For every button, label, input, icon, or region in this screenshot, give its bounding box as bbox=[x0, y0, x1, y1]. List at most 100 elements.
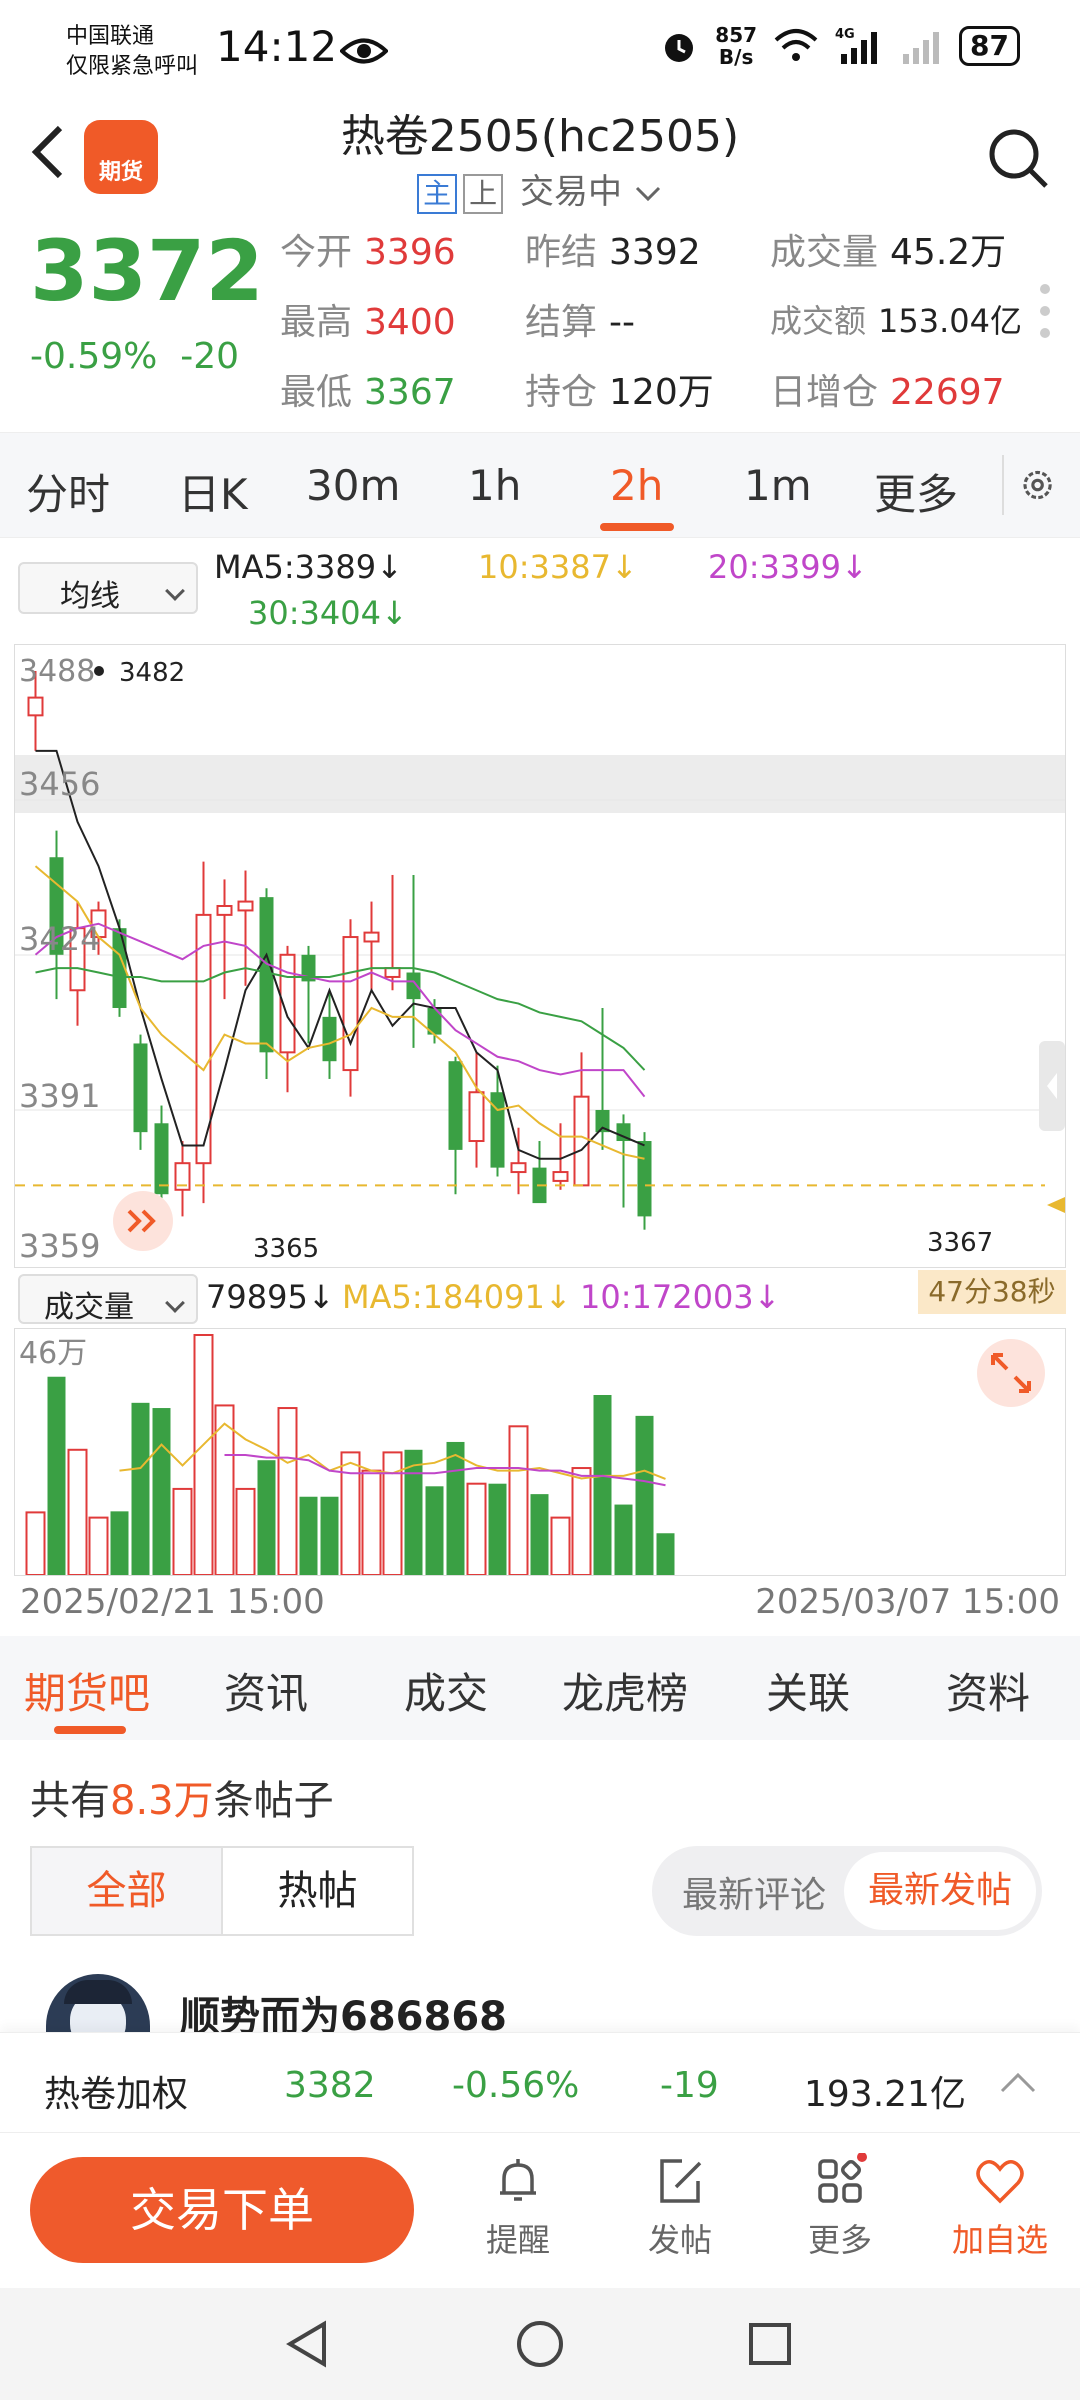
volume-text: 79895 bbox=[206, 1278, 308, 1316]
chevron-up-icon[interactable] bbox=[998, 2067, 1038, 2097]
more-label: 更多 bbox=[807, 2221, 872, 2259]
axis-label-bottom: 3359 bbox=[19, 1227, 100, 1265]
candle-body bbox=[637, 1141, 652, 1217]
filter-hot[interactable]: 热帖 bbox=[223, 1848, 412, 1934]
post-count-value: 8.3万 bbox=[110, 1778, 214, 1824]
eye-icon bbox=[340, 38, 388, 64]
axis-label-2: 3456 bbox=[19, 765, 100, 803]
ma30-value: 30:3404↓ bbox=[248, 594, 408, 632]
nav-home-icon[interactable] bbox=[514, 2318, 566, 2370]
emergency-only: 仅限紧急呼叫 bbox=[66, 54, 199, 79]
candle-body bbox=[133, 1043, 148, 1133]
wifi-icon bbox=[774, 29, 818, 61]
collapse-right-icon[interactable] bbox=[1039, 1041, 1065, 1131]
volume-bar bbox=[340, 1451, 361, 1576]
volume-bar bbox=[235, 1487, 256, 1576]
prev-close-value: 3392 bbox=[609, 232, 701, 273]
ma20-text: 20:3399 bbox=[708, 548, 841, 586]
tab-timeshare[interactable]: 分时 bbox=[26, 461, 110, 522]
remind-button[interactable]: 提醒 bbox=[458, 2153, 578, 2261]
sort-latest-post[interactable]: 最新发帖 bbox=[844, 1852, 1036, 1930]
weighted-index-bar[interactable]: 热卷加权 3382 -0.56% -19 193.21亿 bbox=[0, 2032, 1080, 2132]
tab-daily-k[interactable]: 日K bbox=[178, 461, 248, 522]
candlestick-chart[interactable]: 3488 3456 3424 3391 3359 3482 3365 3367 bbox=[14, 644, 1066, 1268]
indicator-select-label: 均线 bbox=[60, 579, 120, 614]
volume-bar bbox=[88, 1516, 109, 1576]
candle-body bbox=[552, 1171, 569, 1182]
chevron-down-icon bbox=[635, 186, 660, 201]
volume-bar bbox=[466, 1482, 487, 1576]
tab-related[interactable]: 关联 bbox=[766, 1660, 850, 1721]
volume-bar bbox=[277, 1407, 298, 1577]
tab-2h[interactable]: 2h bbox=[610, 461, 663, 510]
filter-all[interactable]: 全部 bbox=[32, 1848, 223, 1934]
search-icon[interactable] bbox=[986, 126, 1050, 190]
tab-futures-forum[interactable]: 期货吧 bbox=[24, 1660, 150, 1721]
net-speed-value: 857 bbox=[715, 23, 758, 47]
nav-back-icon[interactable] bbox=[284, 2318, 332, 2370]
ma-line-ma10 bbox=[34, 865, 645, 1160]
volume-bar bbox=[488, 1483, 507, 1575]
bar-countdown: 47分38秒 bbox=[918, 1270, 1066, 1314]
tab-more[interactable]: 更多 bbox=[874, 461, 958, 522]
gear-icon[interactable] bbox=[1002, 455, 1058, 515]
tab-leaderboard[interactable]: 龙虎榜 bbox=[562, 1660, 688, 1721]
tab-30m[interactable]: 30m bbox=[306, 461, 400, 510]
settle-value: -- bbox=[609, 302, 635, 343]
net-speed-unit: B/s bbox=[718, 45, 754, 69]
tab-1m[interactable]: 1m bbox=[744, 461, 812, 510]
post-count-suffix: 条帖子 bbox=[213, 1778, 334, 1824]
highlight-band bbox=[15, 755, 1065, 813]
tab-profile[interactable]: 资料 bbox=[946, 1660, 1030, 1721]
more-button[interactable]: 更多 bbox=[780, 2153, 900, 2261]
end-date: 2025/03/07 15:00 bbox=[755, 1582, 1060, 1622]
tab-trades[interactable]: 成交 bbox=[404, 1660, 488, 1721]
volume-bar bbox=[446, 1441, 465, 1575]
fullscreen-icon[interactable] bbox=[977, 1339, 1045, 1407]
add-watchlist-button[interactable]: 加自选 bbox=[940, 2153, 1060, 2261]
weighted-turnover: 193.21亿 bbox=[804, 2074, 966, 2115]
volume-indicator-select[interactable]: 成交量 bbox=[18, 1274, 198, 1325]
volume-bar bbox=[193, 1334, 214, 1576]
turnover-label: 成交额 bbox=[770, 302, 867, 340]
volume-ma10-arrow: ↓ bbox=[753, 1278, 781, 1316]
recent-low-label: 3367 bbox=[927, 1228, 993, 1258]
start-date: 2025/02/21 15:00 bbox=[20, 1582, 325, 1622]
tab-news[interactable]: 资讯 bbox=[224, 1660, 308, 1721]
volume-bar bbox=[614, 1504, 633, 1575]
post-button[interactable]: 发帖 bbox=[620, 2153, 740, 2261]
avatar[interactable] bbox=[46, 1974, 150, 2034]
edit-icon bbox=[660, 2159, 702, 2203]
volume-chart[interactable]: 46万 bbox=[14, 1328, 1066, 1577]
axis-label-4: 3391 bbox=[19, 1077, 100, 1115]
volume-bar bbox=[425, 1486, 444, 1575]
indicator-select[interactable]: 均线 bbox=[18, 562, 198, 614]
candle-body bbox=[154, 1123, 169, 1195]
volume-bar bbox=[530, 1494, 549, 1575]
nav-recents-icon[interactable] bbox=[746, 2320, 794, 2368]
ma30-text: 30:3404 bbox=[248, 594, 381, 632]
ma30-arrow: ↓ bbox=[380, 594, 408, 632]
chevron-down-icon bbox=[165, 581, 185, 601]
ma10-text: 10:3387 bbox=[478, 548, 611, 586]
weighted-price: 3382 bbox=[284, 2065, 376, 2106]
page-title: 热卷2505(hc2505) bbox=[340, 111, 740, 162]
ma10-value: 10:3387↓ bbox=[478, 548, 638, 586]
sort-latest-comment[interactable]: 最新评论 bbox=[682, 1866, 826, 1918]
more-dots-icon[interactable] bbox=[1040, 284, 1050, 350]
volume-value: 79895↓ bbox=[206, 1278, 335, 1316]
volume-bar bbox=[299, 1496, 318, 1575]
tab-1h[interactable]: 1h bbox=[468, 461, 521, 510]
net-speed: 857 B/s bbox=[715, 24, 757, 68]
contract-status[interactable]: 主上 交易中 bbox=[0, 164, 1080, 214]
axis-label-3: 3424 bbox=[19, 920, 100, 958]
expand-left-icon[interactable] bbox=[113, 1191, 173, 1251]
active-tab-underline bbox=[600, 523, 674, 531]
candle-body bbox=[406, 972, 421, 1000]
volume-ma10: 10:172003↓ bbox=[580, 1278, 780, 1316]
trade-order-button[interactable]: 交易下单 bbox=[30, 2157, 414, 2263]
exchange-tag: 上 bbox=[463, 173, 504, 214]
candle-body bbox=[468, 1091, 485, 1143]
ma-line-ma20 bbox=[34, 922, 646, 1098]
low-label: 最低 bbox=[280, 372, 353, 413]
